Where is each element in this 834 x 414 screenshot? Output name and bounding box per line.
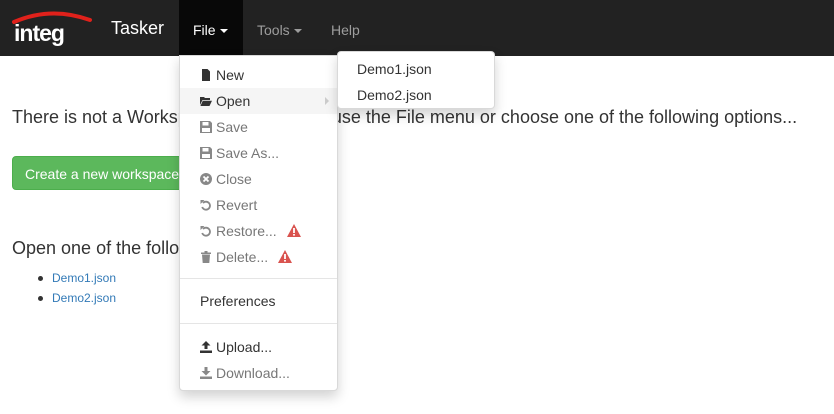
submenu-item-demo1[interactable]: Demo1.json	[338, 56, 494, 82]
close-circle-icon	[200, 173, 212, 185]
menu-item-label: Preferences	[200, 293, 276, 309]
menu-item-download[interactable]: Download...	[180, 360, 337, 386]
menu-item-label: Restore...	[216, 223, 277, 239]
menu-item-open[interactable]: Open	[180, 88, 337, 114]
menu-divider	[180, 278, 337, 279]
menu-item-save-as[interactable]: Save As...	[180, 140, 337, 166]
save-icon	[200, 147, 212, 159]
menu-item-new[interactable]: New	[180, 62, 337, 88]
menu-item-label: Save As...	[216, 145, 280, 161]
menu-item-close[interactable]: Close	[180, 166, 337, 192]
download-icon	[200, 367, 212, 379]
file-dropdown-menu: New Open Save Save As... Close Revert Re…	[179, 55, 338, 391]
recent-file-link[interactable]: Demo1.json	[52, 271, 116, 285]
trash-icon	[201, 251, 211, 263]
save-icon	[200, 121, 212, 133]
menu-item-revert[interactable]: Revert	[180, 192, 337, 218]
recent-file-link[interactable]: Demo2.json	[52, 291, 116, 305]
navbar: integ Tasker File Tools Help	[0, 0, 834, 56]
list-item: Demo2.json	[38, 288, 116, 308]
caret-down-icon	[293, 29, 302, 34]
menu-item-delete[interactable]: Delete...	[180, 244, 337, 270]
nav-file-menu[interactable]: File	[179, 0, 243, 56]
menu-item-label: Save	[216, 119, 248, 135]
logo-text: integ	[14, 20, 64, 46]
menu-item-label: Revert	[216, 197, 258, 213]
nav-file-label: File	[193, 22, 216, 38]
revert-icon	[200, 200, 211, 211]
menu-item-label: Download...	[216, 365, 290, 381]
menu-item-label: New	[216, 67, 245, 83]
menu-item-save[interactable]: Save	[180, 114, 337, 140]
no-workspace-message: There is not a Workspace open. Please us…	[12, 107, 798, 127]
nav-tools-menu[interactable]: Tools	[257, 0, 302, 56]
menu-divider	[180, 323, 337, 324]
submenu-item-demo2[interactable]: Demo2.json	[338, 82, 494, 108]
submenu-arrow-icon	[325, 97, 329, 105]
menu-item-label: Delete...	[216, 249, 269, 265]
menu-item-restore[interactable]: Restore...	[180, 218, 337, 244]
menu-item-label: Upload...	[216, 339, 273, 355]
menu-item-label: Open	[216, 93, 251, 109]
menu-item-preferences[interactable]: Preferences	[180, 288, 337, 314]
create-workspace-button[interactable]: Create a new workspace	[12, 156, 193, 190]
upload-icon	[200, 341, 212, 353]
nav-help-label: Help	[331, 22, 360, 38]
file-icon	[202, 69, 210, 81]
revert-icon	[200, 226, 211, 237]
warning-icon	[286, 224, 301, 237]
nav-help-link[interactable]: Help	[331, 0, 360, 56]
caret-down-icon	[219, 29, 228, 34]
list-item: Demo1.json	[38, 268, 116, 288]
nav-tools-label: Tools	[257, 22, 290, 38]
brand-title[interactable]: Tasker	[111, 18, 164, 39]
integ-logo[interactable]: integ	[6, 8, 96, 48]
open-submenu: Demo1.json Demo2.json	[337, 51, 495, 109]
menu-item-upload[interactable]: Upload...	[180, 334, 337, 360]
recent-workspace-list: Demo1.json Demo2.json	[38, 268, 116, 308]
menu-item-label: Close	[216, 171, 252, 187]
warning-icon	[278, 250, 293, 263]
folder-open-icon	[200, 97, 212, 106]
